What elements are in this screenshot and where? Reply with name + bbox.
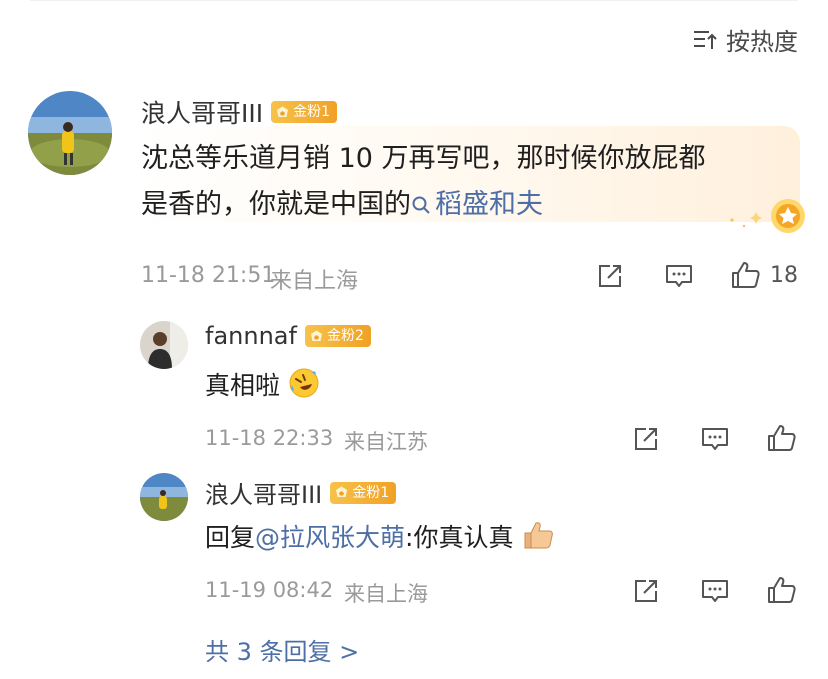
- share-icon: [599, 265, 621, 287]
- crown-icon: [336, 486, 348, 497]
- badge-label: 金粉1: [352, 484, 390, 501]
- fan-badge[interactable]: 金粉2: [304, 325, 371, 347]
- comment-time: 11-18 21:51: [141, 263, 276, 288]
- reply-button[interactable]: [700, 577, 730, 605]
- share-button[interactable]: [632, 425, 660, 453]
- top-divider: [30, 0, 798, 1]
- comment-icon: [702, 580, 728, 602]
- comment-icon: [702, 428, 728, 450]
- reply-text: 回复@拉风张大萌:你真认真: [205, 519, 555, 556]
- comment-text-prefix: 是香的，你就是中国的: [141, 189, 411, 220]
- view-all-replies-link[interactable]: 共 3 条回复 >: [205, 632, 359, 667]
- share-icon: [635, 580, 657, 602]
- hashtag-label: 稻盛和夫: [435, 189, 543, 220]
- share-button[interactable]: [632, 577, 660, 605]
- thumbs-up-icon: [768, 577, 796, 603]
- reply-location: 来自上海: [344, 582, 428, 606]
- thumbs-up-icon: [768, 425, 796, 451]
- like-button[interactable]: 18: [730, 260, 798, 290]
- share-icon: [635, 428, 657, 450]
- like-button[interactable]: [766, 423, 798, 453]
- reply-prefix: 回复: [205, 523, 256, 552]
- thumbs-up-icon: [732, 262, 760, 288]
- badge-label: 金粉2: [326, 328, 364, 344]
- comment-line: 是香的，你就是中国的 稻盛和夫: [141, 182, 706, 228]
- username[interactable]: 浪人哥哥III: [205, 475, 322, 510]
- reply-time: 11-18 22:33: [205, 426, 334, 450]
- reply-text-body: 真相啦: [205, 371, 281, 400]
- hashtag-link[interactable]: 稻盛和夫: [411, 189, 543, 220]
- username[interactable]: fannnaf: [205, 322, 297, 350]
- crown-icon: [277, 106, 289, 117]
- thumbs-up-emoji-icon: [524, 522, 554, 549]
- mention-link[interactable]: @拉风张大萌: [255, 523, 405, 552]
- like-button[interactable]: [766, 575, 798, 605]
- avatar-image-icon: [140, 321, 188, 369]
- like-count: 18: [770, 262, 798, 288]
- reply-time: 11-19 08:42: [205, 578, 334, 602]
- comment-text: 沈总等乐道月销 10 万再写吧，那时候你放屁都 是香的，你就是中国的 稻盛和夫: [141, 136, 706, 228]
- reply-header: 浪人哥哥III 金粉1: [205, 475, 397, 510]
- reply-button[interactable]: [700, 425, 730, 453]
- fan-badge[interactable]: 金粉1: [330, 481, 397, 504]
- avatar-image-icon: [28, 91, 112, 175]
- crown-icon: [310, 330, 322, 341]
- comment-line: 沈总等乐道月销 10 万再写吧，那时候你放屁都: [141, 143, 706, 174]
- sparkle-medal-icon: [730, 199, 805, 233]
- reply-text-body: :你真认真: [405, 523, 514, 552]
- sort-label: 按热度: [726, 28, 798, 56]
- badge-label: 金粉1: [293, 104, 331, 120]
- avatar-image-icon: [140, 473, 188, 521]
- comment-icon: [666, 265, 692, 287]
- reply-text: 真相啦: [205, 367, 320, 404]
- avatar[interactable]: [140, 321, 188, 369]
- share-button[interactable]: [596, 262, 624, 290]
- sort-by-hot-button[interactable]: 按热度: [692, 22, 798, 57]
- avatar[interactable]: [140, 473, 188, 521]
- comment-header: 浪人哥哥III 金粉1: [141, 94, 338, 130]
- avatar[interactable]: [28, 91, 112, 175]
- comment-location: 来自上海: [270, 269, 359, 294]
- reply-button[interactable]: [664, 262, 694, 290]
- search-icon: [412, 196, 430, 214]
- username[interactable]: 浪人哥哥III: [141, 94, 263, 130]
- rolling-laughing-emoji-icon: [289, 368, 319, 398]
- fan-badge[interactable]: 金粉1: [271, 101, 338, 123]
- sort-icon: [694, 30, 717, 49]
- reply-header: fannnaf 金粉2: [205, 322, 371, 350]
- reply-location: 来自江苏: [344, 430, 428, 454]
